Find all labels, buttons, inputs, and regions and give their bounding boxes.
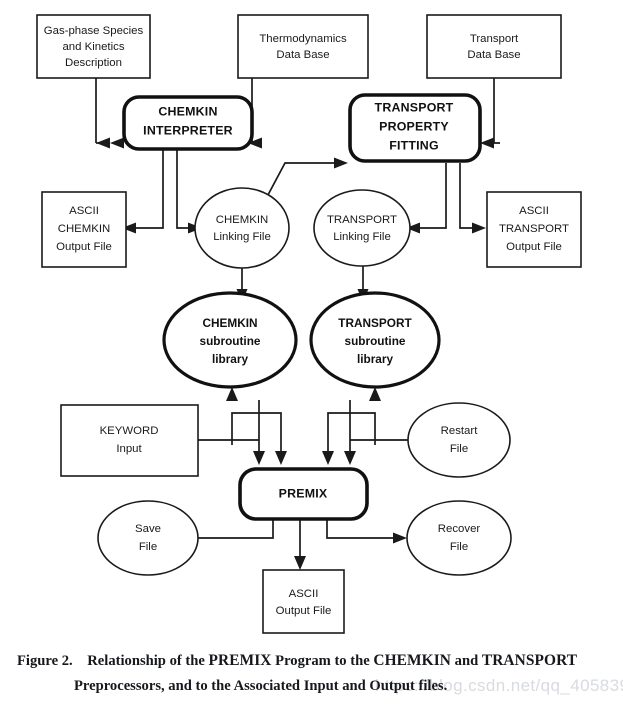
node-restart-file[interactable]: Restart File — [407, 402, 511, 478]
node-ascii-transport-output[interactable]: ASCII TRANSPORT Output File — [486, 191, 582, 268]
caption-text-pre: Relationship of the — [87, 653, 209, 669]
node-transport-linking-file[interactable]: TRANSPORT Linking File — [313, 189, 411, 267]
keyword-input-box[interactable] — [60, 404, 199, 477]
edge-transportdb-to-fitting — [493, 78, 500, 144]
recover-file-line-2: File — [450, 541, 468, 553]
recover-file-oval[interactable] — [406, 500, 512, 576]
flowchart-diagram: Gas-phase Species and Kinetics Descripti… — [36, 14, 582, 634]
transport-linking-file-oval[interactable] — [313, 189, 411, 267]
arrowhead-premix-to-chemkin-library — [226, 387, 238, 401]
node-chemkin-linking-file[interactable]: CHEMKIN Linking File — [194, 187, 290, 269]
transport-property-fitting-line-1: TRANSPORT — [375, 100, 454, 114]
recover-file-line-1: Recover — [438, 523, 481, 535]
ascii-chemkin-output-line-1: ASCII — [69, 205, 99, 217]
node-ascii-chemkin-output[interactable]: ASCII CHEMKIN Output File — [41, 191, 127, 268]
node-transport-property-fitting[interactable]: TRANSPORT PROPERTY FITTING — [348, 93, 482, 163]
arrowhead-transportdb-to-fitting — [480, 137, 494, 149]
caption-premix: PREMIX — [208, 652, 272, 669]
transport-db-line-1: Transport — [470, 33, 519, 45]
node-thermo-db[interactable]: Thermodynamics Data Base — [237, 14, 369, 79]
arrowhead-premix-to-recover — [393, 532, 407, 544]
chemkin-subroutine-library-line-3: library — [212, 352, 249, 366]
transport-subroutine-library-line-1: TRANSPORT — [338, 316, 412, 330]
thermo-db-line-1: Thermodynamics — [259, 33, 347, 45]
ascii-transport-output-line-2: TRANSPORT — [499, 223, 569, 235]
keyword-input-line-2: Input — [116, 443, 142, 455]
restart-file-oval[interactable] — [407, 402, 511, 478]
transport-db-line-2: Data Base — [467, 49, 520, 61]
gas-phase-input-line-2: and Kinetics — [62, 41, 124, 53]
keyword-input-line-1: KEYWORD — [100, 425, 159, 437]
transport-db-box[interactable] — [426, 14, 562, 79]
edge-fitting-to-transport-linking — [420, 163, 447, 229]
transport-subroutine-library-line-2: subroutine — [345, 334, 406, 348]
arrowhead-down-chemkin-branch — [275, 451, 287, 465]
chemkin-linking-file-line-1: CHEMKIN — [216, 214, 269, 226]
premix-label: PREMIX — [279, 486, 328, 500]
node-save-file[interactable]: Save File — [97, 500, 199, 576]
figure-caption: Figure 2. Relationship of the PREMIX Pro… — [0, 648, 623, 699]
gas-phase-input-line-1: Gas-phase Species — [44, 25, 144, 37]
node-keyword-input[interactable]: KEYWORD Input — [60, 404, 199, 477]
caption-figure-number: Figure 2. — [17, 653, 73, 669]
node-transport-subroutine-library[interactable]: TRANSPORT subroutine library — [309, 291, 441, 389]
save-file-line-2: File — [139, 541, 157, 553]
restart-file-line-1: Restart — [441, 425, 479, 437]
chemkin-subroutine-library-line-1: CHEMKIN — [202, 316, 257, 330]
chemkin-linking-file-line-2: Linking File — [213, 231, 271, 243]
caption-text-and: and — [451, 653, 482, 669]
node-chemkin-subroutine-library[interactable]: CHEMKIN subroutine library — [162, 291, 298, 389]
ascii-output-file-line-2: Output File — [276, 605, 332, 617]
ascii-chemkin-output-line-3: Output File — [56, 241, 112, 253]
arrowhead-chemkin-linking-to-fitting — [334, 157, 348, 169]
caption-text-mid: Program to the — [271, 653, 374, 669]
caption-line-1: Figure 2. Relationship of the PREMIX Pro… — [0, 648, 623, 674]
arrowhead-transport-library-to-premix — [344, 451, 356, 465]
transport-subroutine-library-line-3: library — [357, 352, 394, 366]
ascii-output-file-box[interactable] — [262, 569, 345, 634]
figure-container: Gas-phase Species and Kinetics Descripti… — [0, 0, 623, 711]
transport-linking-file-line-1: TRANSPORT — [327, 214, 397, 226]
arrowhead-fitting-to-ascii-transport — [472, 222, 486, 234]
transport-property-fitting-line-3: FITTING — [389, 138, 439, 152]
restart-file-line-2: File — [450, 443, 468, 455]
node-premix[interactable]: PREMIX — [238, 467, 369, 521]
save-file-line-1: Save — [135, 523, 161, 535]
gas-phase-input-line-3: Description — [65, 57, 122, 69]
ascii-output-file-line-1: ASCII — [289, 588, 319, 600]
transport-property-fitting-line-2: PROPERTY — [379, 119, 449, 133]
chemkin-interpreter-line-1: CHEMKIN — [158, 104, 217, 118]
chemkin-subroutine-library-line-2: subroutine — [200, 334, 261, 348]
save-file-oval[interactable] — [97, 500, 199, 576]
ascii-chemkin-output-line-2: CHEMKIN — [58, 223, 111, 235]
caption-transport: TRANSPORT — [481, 652, 578, 669]
edge-fitting-to-ascii-transport — [459, 163, 472, 229]
arrowhead-premix-to-transport-library — [369, 387, 381, 401]
arrowhead-chemkin-library-to-premix — [253, 451, 265, 465]
ascii-transport-output-line-1: ASCII — [519, 205, 549, 217]
edge-interpreter-to-chemkin-linking — [176, 148, 188, 229]
chemkin-interpreter-line-2: INTERPRETER — [143, 123, 233, 137]
edge-interpreter-to-ascii-chemkin — [136, 148, 164, 229]
node-gas-phase-input[interactable]: Gas-phase Species and Kinetics Descripti… — [36, 14, 151, 79]
edge-premix-to-chemkin-library — [231, 412, 282, 455]
node-chemkin-interpreter[interactable]: CHEMKIN INTERPRETER — [122, 95, 254, 151]
transport-linking-file-line-2: Linking File — [333, 231, 391, 243]
ascii-transport-output-line-3: Output File — [506, 241, 562, 253]
arrowhead-down-transport-branch — [322, 451, 334, 465]
caption-chemkin: CHEMKIN — [373, 652, 452, 669]
node-recover-file[interactable]: Recover File — [406, 500, 512, 576]
caption-line-2: Preprocessors, and to the Associated Inp… — [74, 678, 448, 694]
edge-premix-to-transport-library — [327, 412, 376, 455]
thermo-db-line-2: Data Base — [276, 49, 329, 61]
arrowhead-premix-to-ascii-output — [294, 556, 306, 570]
chemkin-linking-file-oval[interactable] — [194, 187, 290, 269]
node-transport-db[interactable]: Transport Data Base — [426, 14, 562, 79]
node-ascii-output-file[interactable]: ASCII Output File — [262, 569, 345, 634]
thermo-db-box[interactable] — [237, 14, 369, 79]
